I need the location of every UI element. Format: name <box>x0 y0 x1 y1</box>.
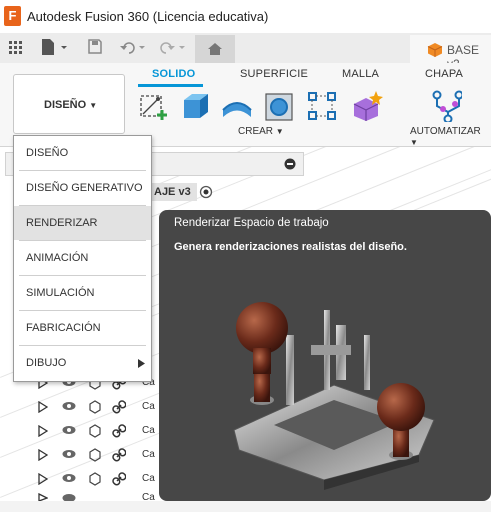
menu-item-animacion[interactable]: ANIMACIÓN <box>14 241 151 275</box>
caret-down-icon: ▼ <box>275 127 284 136</box>
automate-group-label[interactable]: AUTOMATIZAR ▼ <box>410 126 491 148</box>
link-icon <box>112 424 126 438</box>
eye-icon[interactable] <box>62 473 76 483</box>
body-box-icon <box>89 400 101 414</box>
home-tab[interactable] <box>195 35 235 63</box>
tooltip-description: Genera renderizaciones realistas del dis… <box>174 241 407 253</box>
workspace-name: DISEÑO <box>44 99 87 111</box>
hole-icon[interactable] <box>262 90 296 122</box>
body-box-icon <box>89 472 101 486</box>
automate-icon[interactable] <box>428 90 462 122</box>
apps-grid-icon[interactable] <box>9 41 23 61</box>
menu-item-label: DIBUJO <box>26 357 67 369</box>
create-group-label[interactable]: CREAR ▼ <box>238 126 284 137</box>
expand-arrow-icon[interactable] <box>38 449 48 461</box>
browser-row-label: Ca <box>142 401 155 412</box>
root-component-label[interactable]: AJE v3 <box>148 183 197 201</box>
expand-arrow-icon[interactable] <box>38 401 48 413</box>
create-group-text: CREAR <box>238 126 274 137</box>
pattern-icon[interactable] <box>306 90 340 122</box>
caret-down-icon: ▼ <box>410 138 418 147</box>
browser-row-label: Ca <box>142 425 155 436</box>
menu-item-label: ANIMACIÓN <box>26 252 89 264</box>
fusion-logo-icon: F <box>4 6 21 26</box>
render-preview-image <box>233 302 435 490</box>
eye-icon[interactable] <box>62 493 76 501</box>
quick-access-toolbar: BASE v2 <box>0 33 491 71</box>
expand-arrow-icon[interactable] <box>38 425 48 437</box>
component-box-icon <box>427 43 443 57</box>
create-sketch-icon[interactable] <box>138 90 172 122</box>
menu-item-label: FABRICACIÓN <box>26 322 101 334</box>
eye-icon[interactable] <box>62 425 76 435</box>
body-box-icon <box>89 448 101 462</box>
window-title: Autodesk Fusion 360 (Licencia educativa) <box>27 9 269 24</box>
browser-row-label: Ca <box>142 492 155 503</box>
collapse-browser-icon[interactable] <box>284 158 296 170</box>
file-menu-icon[interactable] <box>41 39 71 59</box>
menu-item-label: RENDERIZAR <box>26 217 98 229</box>
body-box-icon <box>89 424 101 438</box>
link-icon <box>112 472 126 486</box>
eye-icon[interactable] <box>62 401 76 411</box>
automate-group-text: AUTOMATIZAR <box>410 126 481 137</box>
undo-icon[interactable] <box>119 39 149 59</box>
eye-icon[interactable] <box>62 449 76 459</box>
menu-item-diseno-generativo[interactable]: DISEÑO GENERATIVO <box>14 171 151 205</box>
expand-arrow-icon[interactable] <box>38 473 48 485</box>
active-tab-indicator <box>138 84 203 87</box>
caret-down-icon: ▼ <box>89 101 98 110</box>
tab-solido[interactable]: SOLIDO <box>152 68 195 80</box>
tab-chapa[interactable]: CHAPA <box>425 68 463 80</box>
browser-row-label: Ca <box>142 473 155 484</box>
tab-malla[interactable]: MALLA <box>342 68 379 80</box>
menu-item-label: SIMULACIÓN <box>26 287 95 299</box>
tab-superficie[interactable]: SUPERFICIE <box>240 68 308 80</box>
menu-item-label: DISEÑO GENERATIVO <box>26 182 143 194</box>
tooltip-title: Renderizar Espacio de trabajo <box>174 217 329 229</box>
workspace-menu: DISEÑO DISEÑO GENERATIVO RENDERIZAR ANIM… <box>13 135 152 382</box>
menu-item-dibujo[interactable]: DIBUJO <box>14 346 151 380</box>
workspace-switcher-label: DISEÑO ▼ <box>44 99 97 111</box>
menu-item-simulacion[interactable]: SIMULACIÓN <box>14 276 151 310</box>
menu-item-fabricacion[interactable]: FABRICACIÓN <box>14 311 151 345</box>
title-bar: F Autodesk Fusion 360 (Licencia educativ… <box>0 0 491 34</box>
menu-item-diseno[interactable]: DISEÑO <box>14 136 151 170</box>
document-tab[interactable]: BASE v2 <box>410 35 491 71</box>
link-icon <box>112 400 126 414</box>
workspace-tooltip: Renderizar Espacio de trabajo Genera ren… <box>159 210 491 501</box>
expand-arrow-icon[interactable] <box>38 493 48 501</box>
save-icon[interactable] <box>88 39 102 59</box>
submenu-arrow-icon <box>138 359 145 368</box>
revolve-icon[interactable] <box>220 90 254 122</box>
home-icon <box>208 43 222 55</box>
menu-item-label: DISEÑO <box>26 147 69 159</box>
menu-item-renderizar[interactable]: RENDERIZAR <box>14 206 151 240</box>
link-icon <box>112 448 126 462</box>
create-form-icon[interactable] <box>350 90 384 122</box>
extrude-icon[interactable] <box>178 90 212 122</box>
redo-icon[interactable] <box>158 39 188 59</box>
browser-row-label: Ca <box>142 449 155 460</box>
workspace-switcher-button[interactable]: DISEÑO ▼ <box>13 74 125 134</box>
activate-radio-icon[interactable] <box>199 185 213 199</box>
